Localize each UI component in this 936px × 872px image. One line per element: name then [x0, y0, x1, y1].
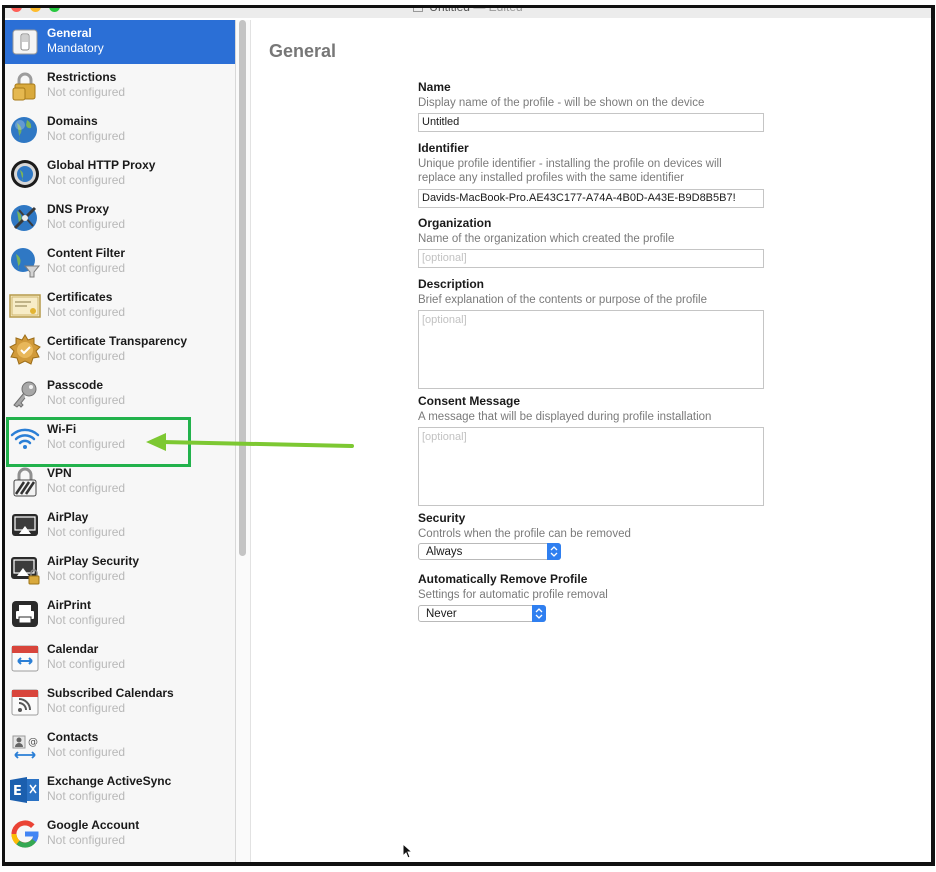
annotation-arrow-icon — [146, 433, 354, 451]
mouse-cursor-icon — [402, 843, 414, 859]
app-window: Untitled — Edited General Mandatory Rest… — [0, 0, 936, 872]
